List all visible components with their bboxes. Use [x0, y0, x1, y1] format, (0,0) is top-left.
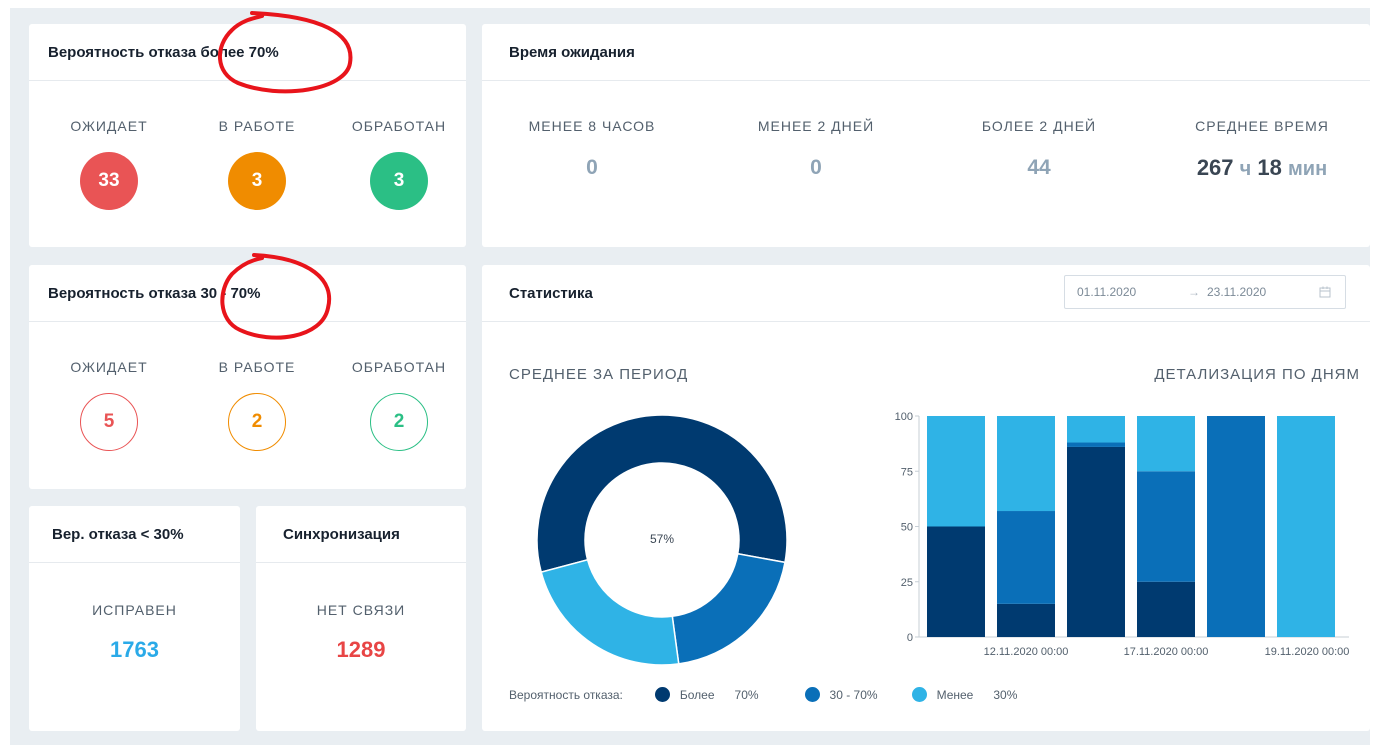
count-badge-waiting[interactable]: 33 [80, 152, 138, 210]
card-mid-risk-title: Вероятность отказа 30 - 70% [29, 265, 466, 322]
wait-label: БОЛЕЕ 2 ДНЕЙ [981, 118, 1097, 134]
average-time-value: 267 ч 18 мин [1172, 155, 1352, 181]
stat-label: ОЖИДАЕТ [70, 118, 148, 134]
count-badge-in-work[interactable]: 2 [228, 393, 286, 451]
wait-value: 0 [810, 156, 822, 179]
ok-count[interactable]: 1763 [29, 637, 240, 663]
avg-hours: 267 [1196, 155, 1234, 180]
stat-label: ИСПРАВЕН [92, 602, 177, 618]
wait-value: 44 [1027, 156, 1051, 179]
count-badge-processed[interactable]: 2 [370, 393, 428, 451]
wait-lt-2d: МЕНЕЕ 2 ДНЕЙ 0 [736, 118, 896, 180]
date-from-input[interactable]: 01.11.2020 [1077, 285, 1136, 299]
wait-label: МЕНЕЕ 8 ЧАСОВ [528, 118, 656, 134]
stat-in-work: В РАБОТЕ 3 [197, 118, 317, 210]
wait-label: СРЕДНЕЕ ВРЕМЯ [1195, 118, 1329, 134]
legend-item-high[interactable]: Более 70% [654, 687, 759, 702]
legend-name: Более [679, 687, 715, 702]
bar-segment[interactable] [997, 511, 1055, 604]
donut-slice[interactable] [540, 558, 680, 666]
legend-value: 30 - 70% [829, 687, 878, 702]
date-to-input[interactable]: 23.11.2020 [1207, 285, 1266, 299]
card-waiting-time: Время ожидания МЕНЕЕ 8 ЧАСОВ 0 МЕНЕЕ 2 Д… [482, 24, 1370, 247]
x-tick-label: 19.11.2020 00:00 [1265, 646, 1350, 658]
donut-slice[interactable] [671, 552, 786, 665]
card-low-risk-title: Вер. отказа < 30% [29, 506, 240, 563]
card-high-risk: Вероятность отказа более 70% ОЖИДАЕТ 33 … [29, 24, 466, 247]
y-tick-label: 75 [901, 466, 913, 478]
count-badge-waiting[interactable]: 5 [80, 393, 138, 451]
legend-dot-icon [654, 687, 670, 702]
legend-title: Вероятность отказа: [509, 687, 623, 702]
stacked-bar-chart: 0 25 50 75 100 12.11.2020 00:00 17.11.2020 00:… [895, 411, 1350, 658]
calendar-icon[interactable] [1319, 286, 1331, 298]
count-badge-processed[interactable]: 3 [370, 152, 428, 210]
daily-detail-title: ДЕТАЛИЗАЦИЯ ПО ДНЯМ [1154, 366, 1360, 383]
card-sync: Синхронизация НЕТ СВЯЗИ 1289 [256, 506, 466, 731]
bar-segment[interactable] [1137, 416, 1195, 472]
avg-hours-unit: ч [1239, 158, 1252, 180]
card-low-risk: Вер. отказа < 30% ИСПРАВЕН 1763 [29, 506, 240, 731]
stat-label: ОБРАБОТАН [351, 359, 447, 375]
stat-label: ОБРАБОТАН [351, 118, 447, 134]
wait-gt-2d: БОЛЕЕ 2 ДНЕЙ 44 [959, 118, 1119, 180]
legend-value: 30% [993, 687, 1018, 702]
card-high-risk-title: Вероятность отказа более 70% [29, 24, 466, 81]
legend-item-low[interactable]: Менее 30% [911, 687, 1018, 702]
donut-chart: 57% [536, 414, 788, 666]
y-tick-label: 50 [901, 522, 913, 534]
legend-item-mid[interactable]: 30 - 70% [804, 687, 878, 702]
chart-legend: Вероятность отказа: Более 70% 30 - 70% М… [509, 687, 1017, 702]
bar-segment[interactable] [1137, 581, 1195, 637]
legend-dot-icon [804, 687, 820, 702]
stat-waiting: ОЖИДАЕТ 33 [49, 118, 169, 210]
x-tick-label: 12.11.2020 00:00 [984, 646, 1069, 658]
stat-label: В РАБОТЕ [218, 118, 296, 134]
y-tick-label: 100 [895, 411, 913, 423]
date-range-picker[interactable]: 01.11.2020 → 23.11.2020 [1064, 275, 1346, 309]
y-tick-label: 25 [901, 577, 913, 589]
date-arrow-icon: → [1188, 285, 1200, 299]
legend-dot-icon [911, 687, 927, 702]
bar-segment[interactable] [1067, 442, 1125, 447]
stat-label: НЕТ СВЯЗИ [316, 602, 406, 618]
stat-label: В РАБОТЕ [218, 359, 296, 375]
bar-segment[interactable] [1067, 446, 1125, 637]
stat-processed: ОБРАБОТАН 2 [334, 359, 464, 451]
bar-segment[interactable] [997, 416, 1055, 512]
bar-segment[interactable] [1277, 416, 1335, 637]
card-statistics: Статистика 01.11.2020 → 23.11.2020 СРЕДН… [482, 265, 1370, 731]
wait-value: 0 [586, 156, 598, 179]
stat-waiting: ОЖИДАЕТ 5 [49, 359, 169, 451]
bar-segment[interactable] [927, 416, 985, 527]
wait-average: СРЕДНЕЕ ВРЕМЯ 267 ч 18 мин [1172, 118, 1352, 181]
stat-processed: ОБРАБОТАН 3 [334, 118, 464, 210]
avg-minutes: 18 [1257, 155, 1282, 180]
legend-name: Менее [936, 687, 974, 702]
card-waiting-title: Время ожидания [482, 24, 1370, 81]
bar-segment[interactable] [1067, 416, 1125, 443]
bar-segment[interactable] [927, 526, 985, 638]
bar-segment[interactable] [1207, 416, 1265, 637]
x-tick-label: 17.11.2020 00:00 [1124, 646, 1209, 658]
stat-label: ОЖИДАЕТ [70, 359, 148, 375]
avg-minutes-unit: мин [1288, 158, 1328, 180]
wait-label: МЕНЕЕ 2 ДНЕЙ [757, 118, 875, 134]
legend-value: 70% [734, 687, 759, 702]
donut-center-label: 57% [650, 532, 674, 546]
bar-segment[interactable] [997, 603, 1055, 637]
count-badge-in-work[interactable]: 3 [228, 152, 286, 210]
no-link-count[interactable]: 1289 [256, 637, 466, 663]
bar-segment[interactable] [1137, 471, 1195, 582]
average-period-title: СРЕДНЕЕ ЗА ПЕРИОД [509, 366, 689, 383]
y-tick-label: 0 [907, 632, 913, 644]
wait-lt-8h: МЕНЕЕ 8 ЧАСОВ 0 [512, 118, 672, 180]
stat-in-work: В РАБОТЕ 2 [197, 359, 317, 451]
donut-slice[interactable] [536, 414, 788, 574]
card-sync-title: Синхронизация [256, 506, 466, 563]
card-mid-risk: Вероятность отказа 30 - 70% ОЖИДАЕТ 5 В … [29, 265, 466, 489]
stat-no-link: НЕТ СВЯЗИ 1289 [256, 602, 466, 663]
stat-ok: ИСПРАВЕН 1763 [29, 602, 240, 663]
dashboard: Вероятность отказа более 70% ОЖИДАЕТ 33 … [10, 8, 1370, 745]
